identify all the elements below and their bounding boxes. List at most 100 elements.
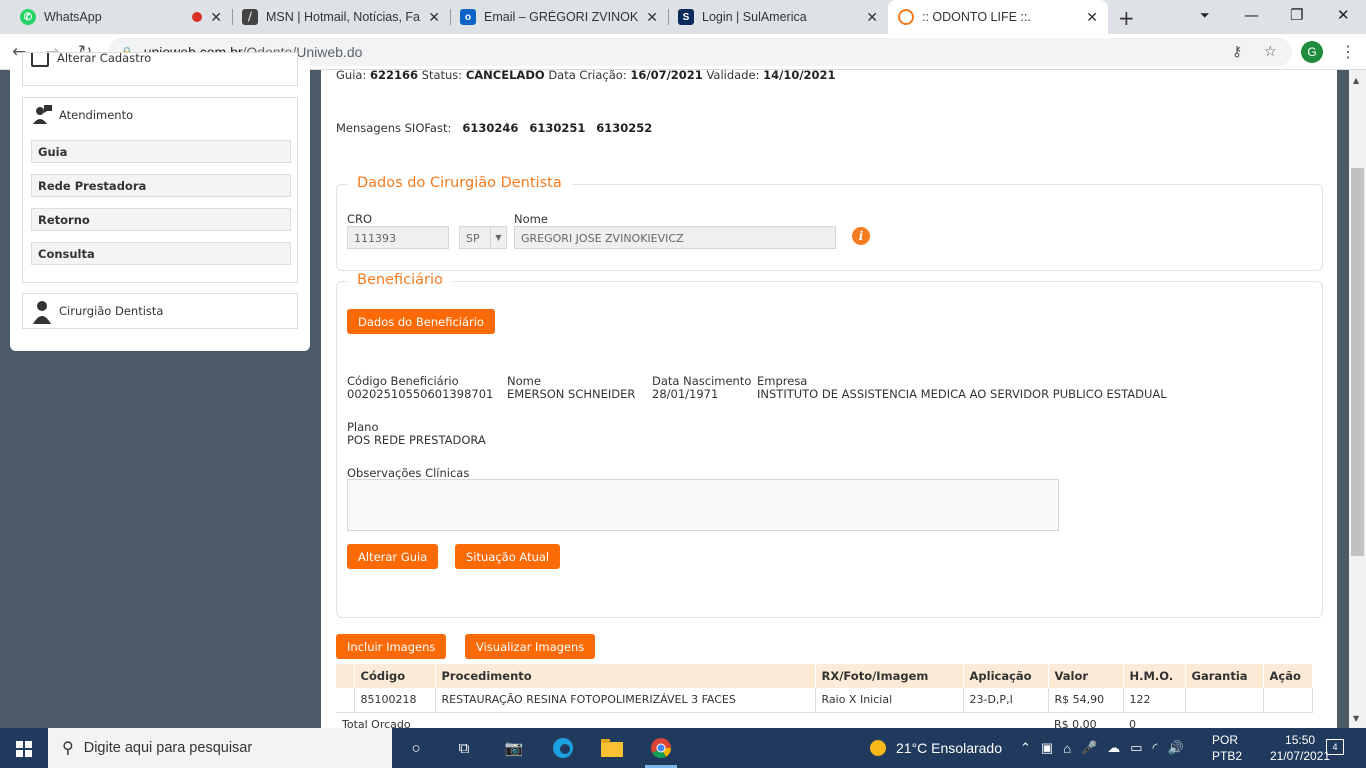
new-tab-button[interactable]: + [1118, 6, 1135, 30]
search-icon: ⚲ [62, 740, 74, 757]
sidebar-item-retorno[interactable]: Retorno [31, 208, 291, 231]
close-tab-icon[interactable]: ✕ [866, 9, 878, 26]
uf-select[interactable]: SP [459, 226, 491, 249]
dentista-legend: Dados do Cirurgião Dentista [347, 175, 572, 191]
wifi-icon[interactable]: ◜ [1153, 740, 1168, 756]
sidebar-cirurgiao-dentista[interactable]: Cirurgião Dentista [22, 293, 298, 329]
codigo-beneficiario-value: 00202510550601398701 [347, 387, 494, 401]
bookmark-star-icon[interactable]: ☆ [1264, 44, 1277, 60]
close-window-button[interactable]: ✕ [1337, 6, 1350, 24]
incluir-imagens-button[interactable]: Incluir Imagens [336, 634, 447, 659]
restore-button[interactable]: ❐ [1290, 6, 1303, 24]
validade-value: 14/10/2021 [763, 70, 836, 82]
guia-label: Guia: [336, 70, 367, 82]
empresa-label: Empresa [757, 374, 808, 388]
visualizar-imagens-button[interactable]: Visualizar Imagens [465, 634, 596, 659]
network-icon[interactable]: ▣ [1041, 740, 1063, 756]
tab-whatsapp[interactable]: ✆ WhatsApp ✕ [10, 0, 232, 34]
sidebar-alterar-cadastro[interactable]: Alterar Cadastro [22, 52, 298, 86]
sidebar-atendimento-group: Atendimento Guia Rede Prestadora Retorno… [22, 97, 298, 283]
total-label: Total Orçado [342, 717, 411, 728]
empresa-value: INSTITUTO DE ASSISTENCIA MEDICA AO SERVI… [757, 387, 1167, 401]
observacoes-textarea[interactable] [347, 479, 1059, 531]
alterar-guia-button[interactable]: Alterar Guia [347, 544, 439, 569]
row-select-cell[interactable] [336, 688, 355, 713]
taskbar-clock[interactable]: 15:50 21/07/2021 [1270, 732, 1330, 764]
table-header: Aplicação [963, 664, 1049, 688]
microphone-icon[interactable]: 🎤 [1081, 740, 1107, 756]
tab-sulamerica[interactable]: S Login | SulAmerica ✕ [668, 0, 888, 34]
edge-icon[interactable] [551, 736, 575, 760]
close-tab-icon[interactable]: ✕ [646, 9, 658, 26]
sidebar-item-guia[interactable]: Guia [31, 140, 291, 163]
tab-email[interactable]: o Email – GRÉGORI ZVINOKIEVI ✕ [450, 0, 668, 34]
mensagens-siofast: Mensagens SIOFast: 6130246 6130251 61302… [336, 121, 652, 135]
table-header: Garantia [1185, 664, 1264, 688]
tab-search-icon[interactable]: ⏷ [1200, 8, 1210, 23]
plano-label: Plano [347, 420, 379, 434]
scroll-down-icon[interactable]: ▼ [1353, 714, 1359, 723]
chevron-up-icon[interactable]: ⌃ [1020, 740, 1041, 756]
close-tab-icon[interactable]: ✕ [210, 9, 222, 26]
tab-title: :: ODONTO LIFE ::. [922, 10, 1031, 24]
beneficiario-fieldset: Beneficiário Dados do Beneficiário Códig… [336, 272, 1323, 618]
table-header-row: Código Procedimento RX/Foto/Imagem Aplic… [336, 664, 1313, 688]
sidebar-item-rede-prestadora[interactable]: Rede Prestadora [31, 174, 291, 197]
guia-summary: Guia: 622166 Status: CANCELADO Data Cria… [336, 70, 836, 82]
mensagens-label: Mensagens SIOFast: [336, 121, 452, 135]
tab-msn[interactable]: ⧸ MSN | Hotmail, Notícias, Fam ✕ [232, 0, 450, 34]
hmo-cell: 122 [1123, 688, 1186, 713]
minimize-button[interactable]: — [1244, 6, 1259, 24]
windows-start-icon[interactable] [16, 741, 32, 757]
battery-icon[interactable]: ▭ [1130, 740, 1152, 756]
sidebar-group-title: Atendimento [59, 108, 134, 122]
close-tab-icon[interactable]: ✕ [1086, 9, 1098, 26]
nome-beneficiario-value: EMERSON SCHNEIDER [507, 387, 636, 401]
observacoes-label: Observações Clínicas [347, 466, 470, 480]
cloud-icon[interactable]: ☁ [1107, 740, 1130, 756]
notification-center-icon[interactable]: 4 [1326, 739, 1344, 755]
cro-field[interactable]: 111393 [347, 226, 449, 249]
tab-odontolife[interactable]: :: ODONTO LIFE ::. ✕ [888, 0, 1108, 34]
dados-beneficiario-button[interactable]: Dados do Beneficiário [347, 309, 495, 334]
situacao-atual-button[interactable]: Situação Atual [455, 544, 561, 569]
tab-title: WhatsApp [44, 10, 102, 24]
acao-cell[interactable] [1263, 688, 1313, 713]
profile-avatar[interactable]: G [1301, 41, 1323, 63]
nascimento-label: Data Nascimento [652, 374, 752, 388]
language-indicator[interactable]: POR PTB2 [1212, 732, 1242, 764]
garantia-cell [1185, 688, 1264, 713]
msn-icon: ⧸ [242, 9, 258, 25]
sidebar-item-consulta[interactable]: Consulta [31, 242, 291, 265]
usb-icon[interactable]: ⌂ [1063, 741, 1081, 756]
table-header: H.M.O. [1123, 664, 1186, 688]
nome-dentista-field[interactable]: GREGORI JOSE ZVINOKIEVICZ [514, 226, 836, 249]
scroll-up-icon[interactable]: ▲ [1353, 76, 1359, 85]
codigo-cell: 85100218 [354, 688, 436, 713]
sidebar-group-title: Cirurgião Dentista [59, 304, 164, 318]
system-tray-icons[interactable]: ⌃ ▣ ⌂ 🎤 ☁ ▭ ◜ 🔊 [1020, 728, 1194, 768]
sidebar-atendimento-header[interactable]: Atendimento [23, 98, 297, 132]
camera-app-icon[interactable]: 📷 [502, 736, 526, 760]
cortana-icon[interactable]: ○ [404, 736, 428, 760]
table-header: RX/Foto/Imagem [815, 664, 964, 688]
file-explorer-icon[interactable] [600, 736, 624, 760]
chevron-down-icon[interactable]: ▼ [490, 226, 507, 249]
status-value: CANCELADO [465, 70, 545, 82]
table-row[interactable]: 85100218 RESTAURAÇÃO RESINA FOTOPOLIMERI… [336, 688, 1313, 713]
taskbar-search-box[interactable]: ⚲ Digite aqui para pesquisar [48, 728, 392, 768]
task-view-icon[interactable]: ⧉ [452, 736, 476, 760]
info-icon[interactable]: i [852, 227, 870, 245]
odontolife-icon [898, 9, 914, 25]
valor-cell: R$ 54,90 [1048, 688, 1124, 713]
menu-kebab-icon[interactable]: ⋮ [1340, 42, 1356, 61]
cro-label: CRO [347, 212, 373, 226]
volume-icon[interactable]: 🔊 [1168, 740, 1194, 756]
weather-widget[interactable]: 21°C Ensolarado [870, 728, 1002, 768]
close-tab-icon[interactable]: ✕ [428, 9, 440, 26]
guia-number: 622166 [369, 70, 418, 82]
left-sidebar: Alterar Cadastro Atendimento Guia Rede P… [10, 52, 310, 351]
chrome-icon[interactable] [649, 736, 673, 760]
scrollbar-thumb[interactable] [1351, 168, 1364, 556]
key-icon[interactable]: ⚷ [1232, 44, 1242, 60]
